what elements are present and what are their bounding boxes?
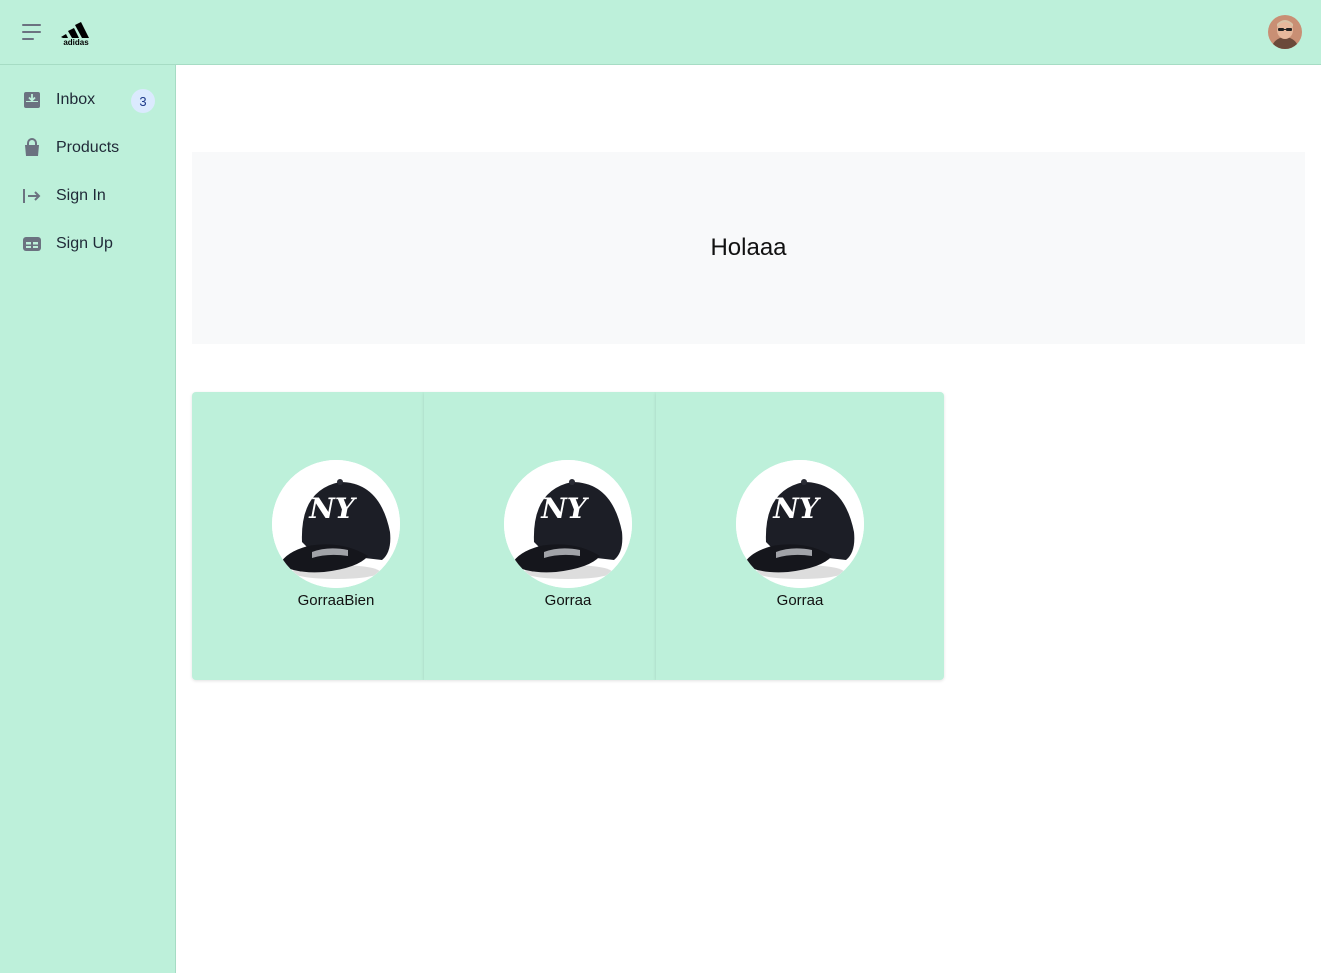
sidebar-item-sign-in[interactable]: Sign In bbox=[0, 172, 175, 220]
product-name: Gorraa bbox=[776, 592, 824, 609]
svg-text:NY: NY bbox=[772, 492, 822, 525]
inbox-download-icon bbox=[22, 90, 42, 110]
ny-yankees-cap-image: NY bbox=[504, 460, 632, 588]
svg-text:NY: NY bbox=[308, 492, 358, 525]
hamburger-menu-icon[interactable] bbox=[18, 20, 46, 44]
sidebar: Inbox 3 Products Sign In Sign Up bbox=[0, 65, 176, 973]
top-navbar: adidas bbox=[0, 0, 1321, 65]
product-card[interactable]: NY Gorraa bbox=[656, 392, 944, 680]
sign-in-arrow-icon bbox=[22, 186, 42, 206]
sidebar-item-products[interactable]: Products bbox=[0, 124, 175, 172]
user-avatar[interactable] bbox=[1268, 15, 1302, 49]
sidebar-item-label: Products bbox=[56, 139, 120, 156]
shopping-bag-icon bbox=[22, 138, 42, 158]
sidebar-item-label: Inbox bbox=[56, 91, 96, 108]
hero-title: Holaaa bbox=[710, 234, 787, 261]
hero-banner: Holaaa bbox=[192, 152, 1305, 344]
inbox-count-badge: 3 bbox=[131, 89, 155, 113]
ny-yankees-cap-image: NY bbox=[736, 460, 864, 588]
table-form-icon bbox=[22, 234, 42, 254]
ny-yankees-cap-image: NY bbox=[272, 460, 400, 588]
main-content: Holaaa NY GorraaBien NY Gorraa NY Gorraa bbox=[176, 65, 1321, 973]
sidebar-item-sign-up[interactable]: Sign Up bbox=[0, 220, 175, 268]
product-card[interactable]: NY Gorraa bbox=[424, 392, 656, 680]
sidebar-item-label: Sign In bbox=[56, 187, 106, 204]
svg-text:NY: NY bbox=[540, 492, 590, 525]
product-card[interactable]: NY GorraaBien bbox=[192, 392, 424, 680]
product-card-list: NY GorraaBien NY Gorraa NY Gorraa bbox=[192, 392, 944, 680]
sidebar-item-inbox[interactable]: Inbox 3 bbox=[0, 76, 175, 124]
svg-text:adidas: adidas bbox=[63, 38, 89, 46]
adidas-logo[interactable]: adidas bbox=[58, 18, 94, 47]
sidebar-item-label: Sign Up bbox=[56, 235, 113, 252]
